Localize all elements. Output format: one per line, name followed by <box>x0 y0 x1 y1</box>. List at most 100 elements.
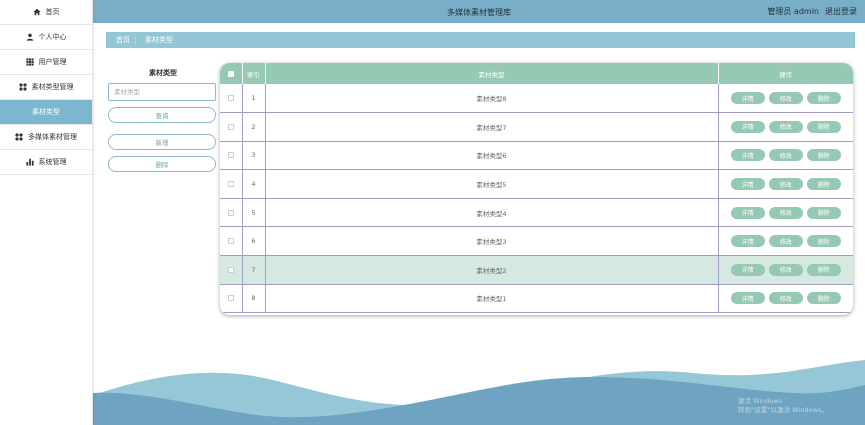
edit-button[interactable]: 修改 <box>768 120 803 133</box>
table-header-row: 索引 素材类型 操作 <box>220 63 853 84</box>
row-type: 素材类型7 <box>265 112 719 142</box>
sidebar-item-users[interactable]: 用户管理 <box>0 50 92 75</box>
detail-button[interactable]: 详情 <box>730 92 765 105</box>
search-input[interactable] <box>108 83 216 101</box>
detail-button[interactable]: 详情 <box>730 206 765 219</box>
top-bar: 多媒体素材管理库 管理员 admin 退出登录 <box>93 0 865 23</box>
table-row[interactable]: 7 素材类型2 详情 修改 删除 <box>220 255 853 285</box>
delete-button[interactable]: 删除 <box>806 263 841 276</box>
row-select-cell[interactable] <box>220 169 243 199</box>
delete-button[interactable]: 删除 <box>806 235 841 248</box>
table-row[interactable]: 6 素材类型3 详情 修改 删除 <box>220 226 853 257</box>
breadcrumb-current: 素材类型 <box>145 36 173 44</box>
sidebar-item-home[interactable]: 首页 <box>0 0 92 25</box>
table-row[interactable]: 3 素材类型6 详情 修改 删除 <box>220 141 853 171</box>
sidebar-item-system[interactable]: 系统管理 <box>0 150 92 175</box>
apps-icon <box>15 133 23 141</box>
row-select-cell[interactable] <box>220 284 243 314</box>
row-checkbox[interactable] <box>227 95 234 102</box>
row-checkbox[interactable] <box>227 266 234 273</box>
edit-button[interactable]: 修改 <box>768 178 803 191</box>
detail-button[interactable]: 详情 <box>730 235 765 248</box>
breadcrumb-separator: ： <box>134 36 141 44</box>
detail-button[interactable]: 详情 <box>730 178 765 191</box>
edit-button[interactable]: 修改 <box>768 235 803 248</box>
delete-button[interactable]: 删除 <box>806 178 841 191</box>
row-actions: 详情 修改 删除 <box>718 84 853 114</box>
delete-button[interactable]: 删除 <box>806 92 841 105</box>
sidebar-item-label: 系统管理 <box>38 158 67 166</box>
row-actions: 详情 修改 删除 <box>718 169 853 199</box>
table-row[interactable]: 5 素材类型4 详情 修改 删除 <box>220 198 853 228</box>
admin-label: 管理员 admin <box>767 7 819 16</box>
row-checkbox[interactable] <box>227 295 234 302</box>
sidebar-item-label: 首页 <box>45 8 60 16</box>
row-checkbox[interactable] <box>227 181 234 188</box>
header-select-all[interactable] <box>220 63 243 84</box>
detail-button[interactable]: 详情 <box>730 149 765 162</box>
row-actions: 详情 修改 删除 <box>718 198 853 228</box>
row-select-cell[interactable] <box>220 112 243 142</box>
sidebar-item-label: 素材类型 <box>32 108 60 116</box>
user-icon <box>26 33 33 41</box>
app-title: 多媒体素材管理库 <box>447 8 511 17</box>
breadcrumb: 首页 ： 素材类型 <box>106 32 855 48</box>
table-row[interactable]: 8 素材类型1 详情 修改 删除 <box>220 284 853 314</box>
row-type: 素材类型3 <box>265 226 719 257</box>
row-type: 素材类型5 <box>265 169 719 199</box>
row-index: 4 <box>242 169 266 199</box>
row-select-cell[interactable] <box>220 255 243 285</box>
detail-button[interactable]: 详情 <box>730 292 765 305</box>
row-checkbox[interactable] <box>227 238 234 245</box>
select-all-checkbox[interactable] <box>227 70 234 77</box>
detail-button[interactable]: 详情 <box>730 120 765 133</box>
sidebar-item-media-mgmt[interactable]: 多媒体素材管理 <box>0 125 92 150</box>
apps-icon <box>18 83 27 91</box>
header-type: 素材类型 <box>265 63 719 84</box>
sidebar-item-profile[interactable]: 个人中心 <box>0 25 92 50</box>
row-index: 2 <box>242 112 266 142</box>
detail-button[interactable]: 详情 <box>730 263 765 276</box>
row-checkbox[interactable] <box>227 123 234 130</box>
header-index: 索引 <box>242 63 266 84</box>
row-select-cell[interactable] <box>220 141 243 171</box>
row-select-cell[interactable] <box>220 84 243 114</box>
grid-icon <box>25 58 34 66</box>
watermark-line-1: 激活 Windows <box>738 397 783 405</box>
row-checkbox[interactable] <box>227 209 234 216</box>
row-checkbox[interactable] <box>227 152 234 159</box>
table-row[interactable]: 1 素材类型8 详情 修改 删除 <box>220 84 853 114</box>
edit-button[interactable]: 修改 <box>768 263 803 276</box>
delete-button[interactable]: 删除 <box>806 149 841 162</box>
delete-button[interactable]: 删除 <box>806 292 841 305</box>
row-select-cell[interactable] <box>220 226 243 257</box>
sidebar-item-label: 素材类型管理 <box>31 83 74 91</box>
table-row[interactable]: 2 素材类型7 详情 修改 删除 <box>220 112 853 142</box>
delete-button[interactable]: 删除 <box>806 206 841 219</box>
row-index: 6 <box>242 226 266 257</box>
delete-button[interactable]: 删除 <box>806 120 841 133</box>
sidebar: 首页 个人中心 用户管理 素材类型管理 素材类型 多媒体素材管理 系统管理 <box>0 0 93 425</box>
edit-button[interactable]: 修改 <box>768 149 803 162</box>
edit-button[interactable]: 修改 <box>768 92 803 105</box>
sidebar-item-material-type[interactable]: 素材类型 <box>0 100 92 125</box>
row-index: 1 <box>242 84 266 114</box>
row-index: 5 <box>242 198 266 228</box>
batch-delete-button[interactable]: 删除 <box>108 156 216 172</box>
search-panel: 素材类型 查询 新增 删除 <box>108 68 218 172</box>
sidebar-item-material-type-mgmt[interactable]: 素材类型管理 <box>0 75 92 100</box>
add-button[interactable]: 新增 <box>108 134 216 150</box>
row-type: 素材类型8 <box>265 84 719 114</box>
row-type: 素材类型2 <box>265 255 719 285</box>
edit-button[interactable]: 修改 <box>768 206 803 219</box>
row-type: 素材类型4 <box>265 198 719 228</box>
table-row[interactable]: 4 素材类型5 详情 修改 删除 <box>220 169 853 199</box>
header-ops: 操作 <box>718 63 853 84</box>
row-select-cell[interactable] <box>220 198 243 228</box>
query-button[interactable]: 查询 <box>108 107 216 123</box>
breadcrumb-home[interactable]: 首页 <box>116 35 130 45</box>
logout-link[interactable]: 退出登录 <box>825 6 857 17</box>
edit-button[interactable]: 修改 <box>768 292 803 305</box>
row-index: 7 <box>242 255 266 285</box>
watermark-line-2: 转到“设置”以激活 Windows。 <box>738 406 828 414</box>
